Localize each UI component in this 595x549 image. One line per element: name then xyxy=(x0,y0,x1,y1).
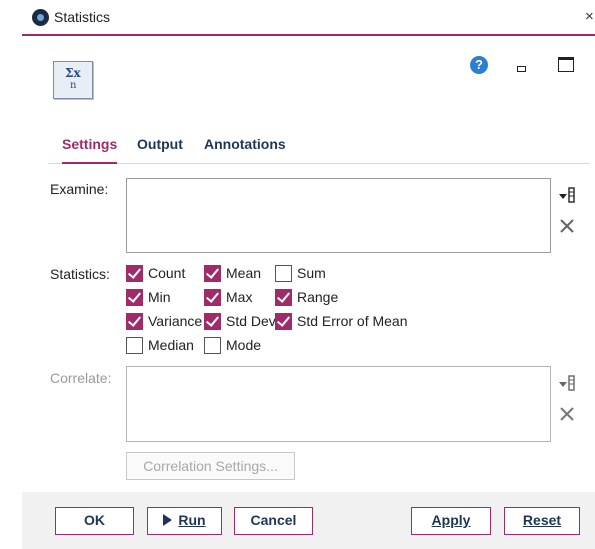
checkbox-label: Range xyxy=(297,289,339,305)
checkbox-box[interactable] xyxy=(275,289,292,306)
correlate-field-picker-icon[interactable] xyxy=(558,374,576,392)
play-icon xyxy=(163,514,173,526)
checkbox-box[interactable] xyxy=(204,337,221,354)
correlate-fields-list[interactable] xyxy=(126,366,551,442)
correlate-remove-field-icon[interactable] xyxy=(559,406,575,422)
run-button[interactable]: Run xyxy=(147,507,222,535)
checkbox-box[interactable] xyxy=(204,265,221,282)
apply-label: Apply xyxy=(431,512,471,528)
statistics-node-icon: Σx n xyxy=(53,61,93,99)
examine-label: Examine: xyxy=(50,181,109,197)
checkbox-box[interactable] xyxy=(126,337,143,354)
reset-label: Reset xyxy=(522,512,562,528)
checkbox-label: Count xyxy=(148,265,186,281)
field-picker-icon[interactable] xyxy=(558,186,576,204)
tab-output[interactable]: Output xyxy=(137,136,183,158)
correlation-settings-button[interactable]: Correlation Settings... xyxy=(126,452,295,480)
run-label: Run xyxy=(178,512,206,528)
window-title: Statistics xyxy=(54,9,111,25)
checkbox-label: Std Dev xyxy=(226,313,276,329)
checkbox-label: Sum xyxy=(297,265,326,281)
correlate-label: Correlate: xyxy=(50,370,112,386)
reset-button[interactable]: Reset xyxy=(504,507,580,535)
checkbox-box[interactable] xyxy=(275,313,292,330)
checkbox-label: Variance xyxy=(148,313,203,329)
checkbox-label: Mode xyxy=(226,337,262,353)
checkbox-label: Median xyxy=(148,337,194,353)
help-icon[interactable]: ? xyxy=(470,56,488,74)
cancel-button[interactable]: Cancel xyxy=(234,507,313,535)
checkbox-box[interactable] xyxy=(275,265,292,282)
checkbox-box[interactable] xyxy=(204,289,221,306)
checkbox-box[interactable] xyxy=(126,265,143,282)
tab-bar: Settings Output Annotations xyxy=(48,136,590,164)
remove-field-icon[interactable] xyxy=(559,218,575,234)
apply-button[interactable]: Apply xyxy=(411,507,491,535)
sigma-x-icon: Σx xyxy=(65,66,81,80)
examine-fields-list[interactable] xyxy=(126,178,551,253)
n-glyph: n xyxy=(70,80,77,91)
checkbox-box[interactable] xyxy=(204,313,221,330)
close-icon[interactable]: × xyxy=(585,8,594,25)
checkbox-box[interactable] xyxy=(126,313,143,330)
statistics-label: Statistics: xyxy=(50,266,110,282)
maximize-icon[interactable] xyxy=(558,57,574,72)
checkbox-label: Std Error of Mean xyxy=(297,313,408,329)
checkbox-box[interactable] xyxy=(126,289,143,306)
app-logo-icon xyxy=(32,9,49,26)
statistics-dialog: Statistics × Σx n ? Settings Output Anno… xyxy=(0,0,595,549)
minimize-icon[interactable] xyxy=(517,66,526,72)
checkbox-label: Max xyxy=(226,289,253,305)
tab-settings[interactable]: Settings xyxy=(62,136,118,164)
checkbox-label: Min xyxy=(148,289,171,305)
tab-annotations[interactable]: Annotations xyxy=(204,136,286,158)
checkbox-label: Mean xyxy=(226,265,262,281)
ok-button[interactable]: OK xyxy=(55,507,134,535)
